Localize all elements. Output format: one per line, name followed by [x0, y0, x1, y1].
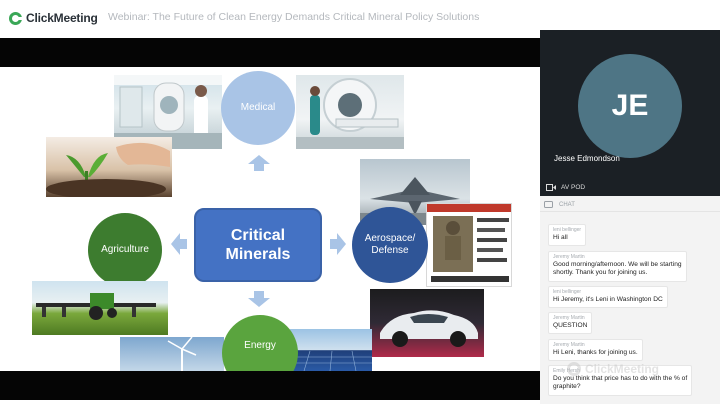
hub-line1: Critical: [230, 227, 286, 244]
chat-message: Jeremy Martin QUESTION: [548, 312, 593, 335]
electric-car-photo: [370, 289, 484, 357]
clickmeeting-watermark: ClickMeeting: [567, 362, 659, 376]
arrow-up-icon: [248, 155, 270, 171]
mri-photo: [296, 75, 404, 149]
solar-panels-photo: [290, 329, 372, 371]
chat-icon: [544, 201, 553, 208]
clickmeeting-logo[interactable]: ClickMeeting: [9, 11, 98, 25]
chat-header-label: CHAT: [559, 201, 575, 208]
chat-header[interactable]: CHAT: [540, 198, 720, 212]
watermark-logo-icon: [567, 362, 581, 376]
medical-circle: Medical: [221, 71, 295, 145]
chat-message-author: leni bellinger: [553, 227, 582, 233]
presenter-initials: JE: [611, 89, 649, 122]
side-panel: JE Jesse Edmondson AV POD CHAT leni bell…: [540, 30, 720, 404]
presenter-avatar: JE: [578, 54, 682, 158]
agriculture-circle: Agriculture: [88, 213, 162, 287]
chat-message-text: QUESTION: [553, 322, 588, 329]
presentation-slide: Medical Agriculture Critical Minerals Ae…: [0, 67, 540, 371]
watermark-text: ClickMeeting: [585, 362, 660, 376]
logo-text: ClickMeeting: [26, 11, 98, 25]
energy-label: Energy: [244, 340, 276, 351]
arrow-right-icon: [330, 233, 346, 255]
chat-message-text: Hi all: [553, 234, 568, 241]
chat-message: leni bellinger Hi Jeremy, it's Leni in W…: [548, 286, 668, 309]
clickmeeting-logo-icon: [9, 11, 23, 25]
hub-line2: Minerals: [225, 246, 291, 263]
presenter-name: Jesse Edmondson: [554, 154, 620, 163]
video-tile[interactable]: JE Jesse Edmondson: [540, 30, 720, 178]
wind-turbine-photo: [120, 337, 224, 371]
chat-message-text: Do you think that price has to do with t…: [553, 375, 688, 382]
aerospace-label-line1: Aerospace/: [364, 233, 416, 244]
chat-message: Jeremy Martin Hi Leni, thanks for joinin…: [548, 339, 643, 362]
chat-message-text: Good morning/afternoon. We will be start…: [553, 261, 682, 268]
chat-message-text: Hi Jeremy, it's Leni in Washington DC: [553, 296, 663, 303]
chat-message-author: Jeremy Martin: [553, 254, 585, 260]
tractor-field-photo: [32, 281, 168, 335]
arrow-down-icon: [248, 291, 270, 307]
energy-circle: Energy: [222, 315, 298, 371]
chat-message-author: Jeremy Martin: [553, 342, 585, 348]
chat-message-text: Hi Leni, thanks for joining us.: [553, 349, 638, 356]
camera-icon: [546, 183, 556, 191]
presentation-stage: Medical Agriculture Critical Minerals Ae…: [0, 38, 540, 400]
chat-message: leni bellinger Hi all: [548, 224, 587, 247]
chat-message: Jeremy Martin Good morning/afternoon. We…: [548, 251, 687, 282]
aerospace-label-line2: Defense: [371, 245, 409, 256]
agriculture-label: Agriculture: [101, 244, 149, 255]
chat-message-text: shortly. Thank you for joining us.: [553, 269, 648, 277]
aerospace-defense-circle: Aerospace/ Defense: [352, 207, 428, 283]
av-pod-bar[interactable]: AV POD: [540, 178, 720, 196]
chat-message-author: Jeremy Martin: [553, 315, 585, 321]
chat-message-author: leni bellinger: [553, 289, 582, 295]
av-pod-label: AV POD: [561, 183, 586, 191]
arrow-left-icon: [171, 233, 187, 255]
webinar-title: Webinar: The Future of Clean Energy Dema…: [108, 11, 480, 23]
plant-soil-photo: [46, 137, 172, 197]
chat-message-text: graphite?: [553, 383, 581, 391]
medical-label: Medical: [240, 102, 276, 113]
critical-minerals-box: Critical Minerals: [194, 208, 322, 282]
missile-defense-photo: [426, 203, 512, 287]
